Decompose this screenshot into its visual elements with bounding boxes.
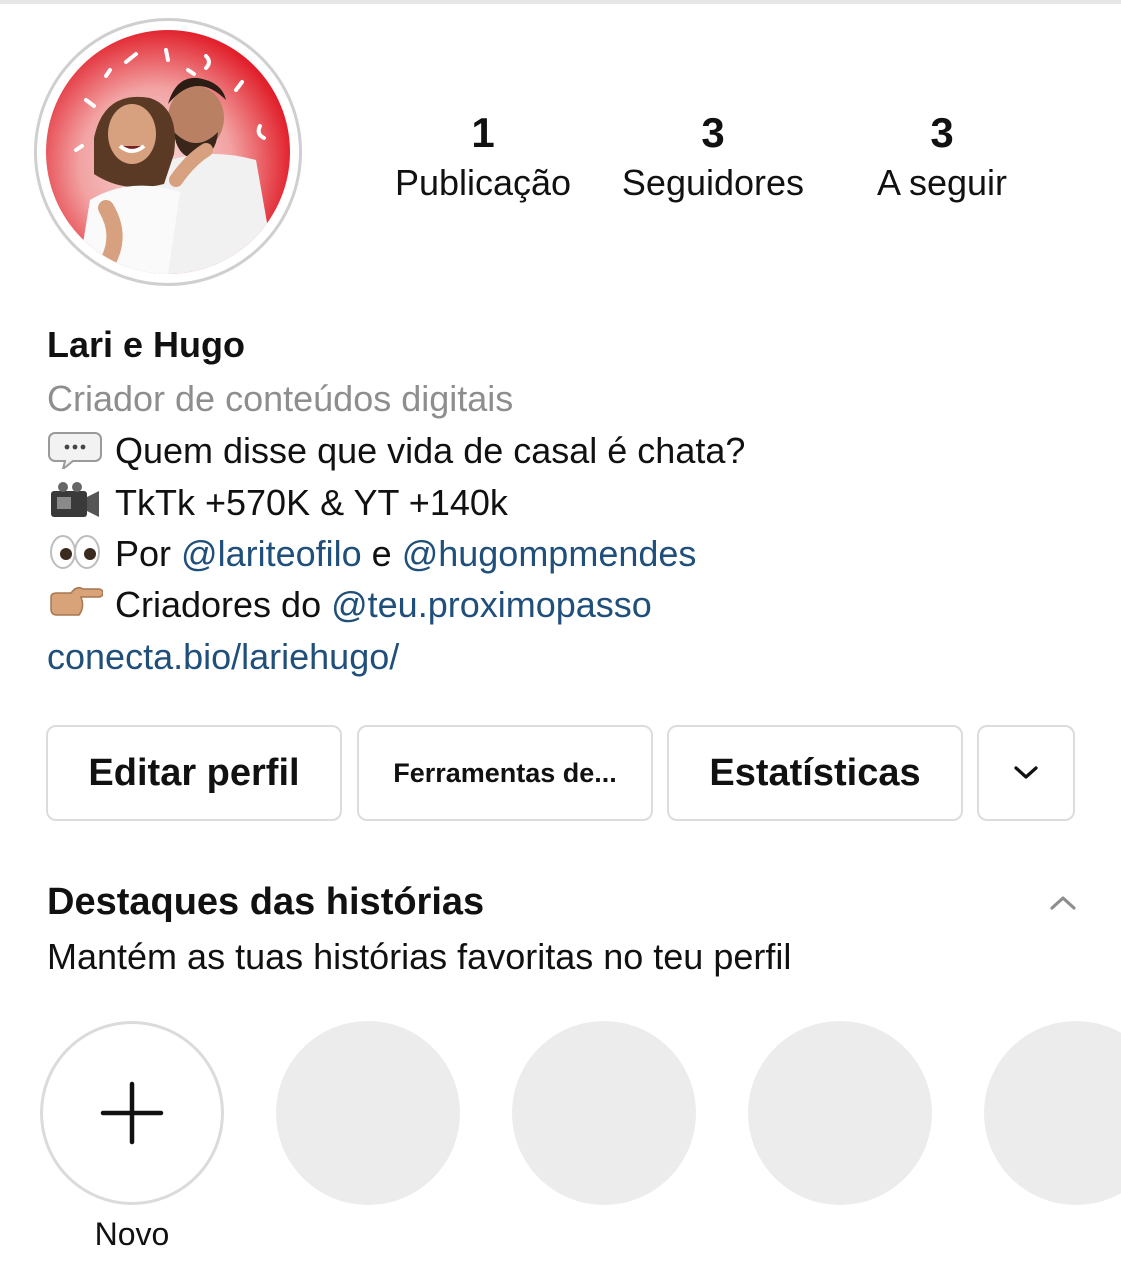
highlights-title: Destaques das histórias: [47, 881, 485, 923]
bio-line-4-prefix: Criadores do: [115, 584, 332, 625]
following-count: 3: [930, 109, 954, 156]
chevron-up-icon[interactable]: [1046, 888, 1080, 918]
bio-line-3-prefix: Por: [115, 533, 182, 574]
posts-stat[interactable]: 1 Publicação: [380, 108, 586, 206]
mention-hugompmendes-link[interactable]: @hugompmendes: [402, 533, 697, 574]
following-stat[interactable]: 3 A seguir: [856, 108, 1028, 206]
bio-line-3-middle: e: [361, 533, 402, 574]
new-highlight-label: Novo: [94, 1216, 170, 1252]
bio-line-1: Quem disse que vida de casal é chata?: [47, 428, 745, 474]
tools-label: Ferramentas de...: [393, 757, 617, 788]
mention-teuproximopasso-link[interactable]: @teu.proximopasso: [331, 584, 652, 625]
highlight-placeholder: [276, 1021, 460, 1205]
bio-line-2-text: TkTk +570K & YT +140k: [115, 482, 508, 523]
couple-photo-icon: [74, 48, 276, 274]
bio-line-3: Por @lariteofilo e @hugompmendes: [47, 531, 696, 577]
video-camera-icon: [51, 482, 99, 517]
edit-profile-label: Editar perfil: [88, 751, 300, 794]
new-highlight-button[interactable]: [40, 1021, 224, 1205]
bio-line-1-text: Quem disse que vida de casal é chata?: [115, 430, 746, 471]
plus-icon: [100, 1081, 164, 1145]
followers-label: Seguidores: [621, 162, 805, 203]
followers-stat[interactable]: 3 Seguidores: [606, 108, 820, 206]
website-link[interactable]: conecta.bio/lariehugo/: [47, 634, 399, 680]
mention-lariteofilo-link[interactable]: @lariteofilo: [181, 533, 362, 574]
highlights-subtitle: Mantém as tuas histórias favoritas no te…: [47, 936, 792, 977]
speech-bubble-icon: [48, 432, 102, 469]
pointing-hand-icon: [50, 586, 103, 616]
tools-button[interactable]: Ferramentas de...: [357, 725, 653, 821]
highlight-placeholder-partial: [984, 1021, 1121, 1205]
profile-avatar[interactable]: [34, 18, 302, 286]
bio-line-4: Criadores do @teu.proximopasso: [47, 582, 652, 628]
highlight-placeholder: [748, 1021, 932, 1205]
top-divider: [0, 0, 1121, 4]
more-options-button[interactable]: [977, 725, 1075, 821]
eyes-icon: [50, 535, 100, 569]
chevron-down-icon: [1014, 766, 1038, 779]
insights-label: Estatísticas: [709, 751, 921, 794]
avatar-photo: [46, 30, 290, 274]
profile-display-name: Lari e Hugo: [47, 324, 246, 365]
bio-line-2: TkTk +570K & YT +140k: [47, 480, 508, 526]
posts-count: 1: [471, 109, 495, 156]
following-label: A seguir: [876, 162, 1008, 203]
posts-label: Publicação: [394, 162, 572, 203]
followers-count: 3: [701, 109, 725, 156]
insights-button[interactable]: Estatísticas: [667, 725, 963, 821]
highlight-placeholder: [512, 1021, 696, 1205]
profile-category: Criador de conteúdos digitais: [47, 378, 514, 419]
edit-profile-button[interactable]: Editar perfil: [46, 725, 342, 821]
